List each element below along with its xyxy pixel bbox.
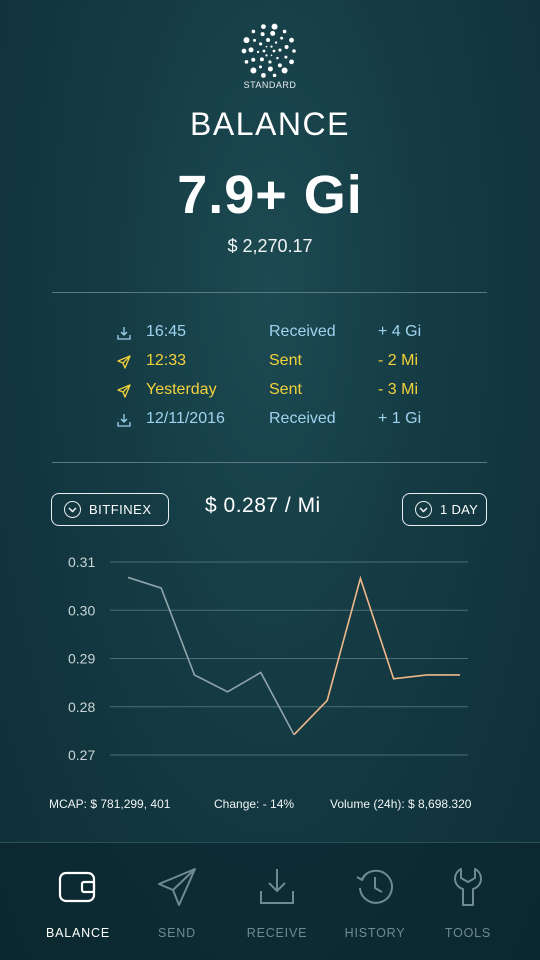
divider <box>52 462 487 463</box>
logo-label: STANDARD <box>243 80 297 90</box>
send-icon <box>117 384 131 398</box>
transaction-amount: - 2 Mi <box>378 352 418 369</box>
y-tick-label: 0.30 <box>68 602 95 618</box>
volume-24h: Volume (24h): $ 8,698.320 <box>330 797 472 811</box>
transaction-type: Sent <box>269 381 302 398</box>
bottom-nav: BALANCE SEND RECEIVE HISTORY TOOLS <box>0 842 540 960</box>
transaction-time: 12/11/2016 <box>146 410 225 427</box>
transaction-type: Received <box>269 323 336 340</box>
y-tick-label: 0.31 <box>68 554 95 570</box>
wrench-icon <box>454 868 482 906</box>
chevron-down-icon <box>415 501 432 518</box>
receive-icon <box>117 414 131 427</box>
transaction-row[interactable]: Yesterday Sent - 3 Mi <box>0 377 540 406</box>
transaction-amount: + 4 Gi <box>378 323 422 340</box>
price-line <box>293 575 460 736</box>
y-tick-label: 0.28 <box>68 699 95 715</box>
send-icon <box>117 355 131 369</box>
nav-send[interactable]: SEND <box>127 843 227 960</box>
exchange-select[interactable]: BITFINEX <box>51 493 169 526</box>
download-icon <box>260 869 294 904</box>
balance-usd-value: $ 2,270.17 <box>227 236 313 256</box>
balance-amount: 7.9+ Gi <box>177 165 363 225</box>
nav-label: TOOLS <box>444 926 492 940</box>
nav-tools[interactable]: TOOLS <box>418 843 518 960</box>
y-tick-label: 0.29 <box>68 651 95 667</box>
receive-icon <box>117 327 131 340</box>
transaction-type: Received <box>269 410 336 427</box>
price-line <box>127 576 295 736</box>
transaction-row[interactable]: 16:45 Received + 4 Gi <box>0 319 540 348</box>
transaction-time: 12:33 <box>146 352 187 369</box>
timeframe-select[interactable]: 1 DAY <box>402 493 487 526</box>
history-icon <box>356 869 393 904</box>
nav-label: BALANCE <box>46 926 110 940</box>
nav-balance[interactable]: BALANCE <box>28 843 128 960</box>
transaction-time: 16:45 <box>146 323 187 340</box>
nav-label: HISTORY <box>344 926 406 940</box>
y-tick-label: 0.27 <box>68 747 95 763</box>
nav-history[interactable]: HISTORY <box>325 843 425 960</box>
nav-receive[interactable]: RECEIVE <box>227 843 327 960</box>
wallet-icon <box>58 871 96 903</box>
transaction-type: Sent <box>269 352 302 369</box>
price-change: Change: - 14% <box>214 797 295 811</box>
current-price: $ 0.287 / Mi <box>205 494 321 517</box>
paper-plane-icon <box>158 868 196 906</box>
transaction-amount: + 1 Gi <box>378 410 422 427</box>
chevron-down-icon <box>64 501 81 518</box>
transaction-amount: - 3 Mi <box>378 381 418 398</box>
nav-label: RECEIVE <box>246 926 308 940</box>
transaction-row[interactable]: 12/11/2016 Received + 1 Gi <box>0 406 540 435</box>
price-chart: 0.31 0.30 0.29 0.28 0.27 <box>68 554 468 763</box>
divider <box>52 292 487 293</box>
transaction-time: Yesterday <box>146 381 217 398</box>
nav-label: SEND <box>158 926 196 940</box>
transaction-row[interactable]: 12:33 Sent - 2 Mi <box>0 348 540 377</box>
iota-logo <box>241 23 296 78</box>
exchange-label: BITFINEX <box>89 502 152 517</box>
page-title: BALANCE <box>190 106 350 142</box>
timeframe-label: 1 DAY <box>440 502 479 517</box>
market-cap: MCAP: $ 781,299, 401 <box>49 797 171 811</box>
